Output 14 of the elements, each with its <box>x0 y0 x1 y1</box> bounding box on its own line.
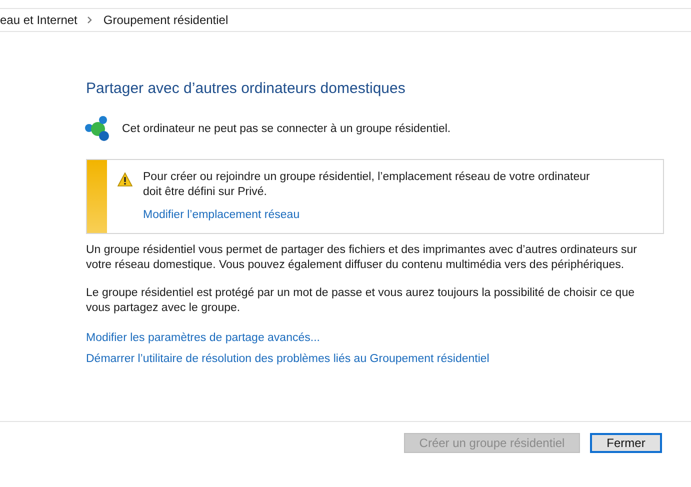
change-location-link[interactable]: Modifier l’emplacement réseau <box>143 209 603 221</box>
settings-link[interactable]: Démarrer l’utilitaire de résolution des problèmes liés au Groupement résidentiel <box>86 353 490 365</box>
warning-message: Pour créer ou rejoindre un groupe résidentiel, l’emplacement réseau de votre ordinateur doit être défini sur Privé. <box>143 170 591 200</box>
chevron-icon <box>87 16 94 24</box>
settings-link[interactable]: Modifier les paramètres de partage avancés... <box>86 332 320 344</box>
description-text: Un groupe résidentiel vous permet de partager des fichiers et des imprimantes avec d’autres ordinateurs sur votre réseau domestique. Vous pouvez également diffuser du contenu multimédia vers des périphériques. <box>86 243 638 273</box>
description-text: Le groupe résidentiel est protégé par un mot de passe et vous aurez toujours la possibilité de choisir ce que vous partagez avec le groupe. <box>86 286 636 316</box>
page-title: Partager avec d’autres ordinateurs domestiques <box>86 80 406 97</box>
homegroup-icon <box>84 115 112 143</box>
breadcrumb-item[interactable]: eau et Internet <box>0 13 78 27</box>
breadcrumb-item[interactable]: Groupement résidentiel <box>103 13 228 27</box>
warning-icon <box>117 172 133 187</box>
dialog-button[interactable]: Fermer <box>590 433 662 453</box>
status-message: Cet ordinateur ne peut pas se connecter à un groupe résidentiel. <box>122 123 451 135</box>
